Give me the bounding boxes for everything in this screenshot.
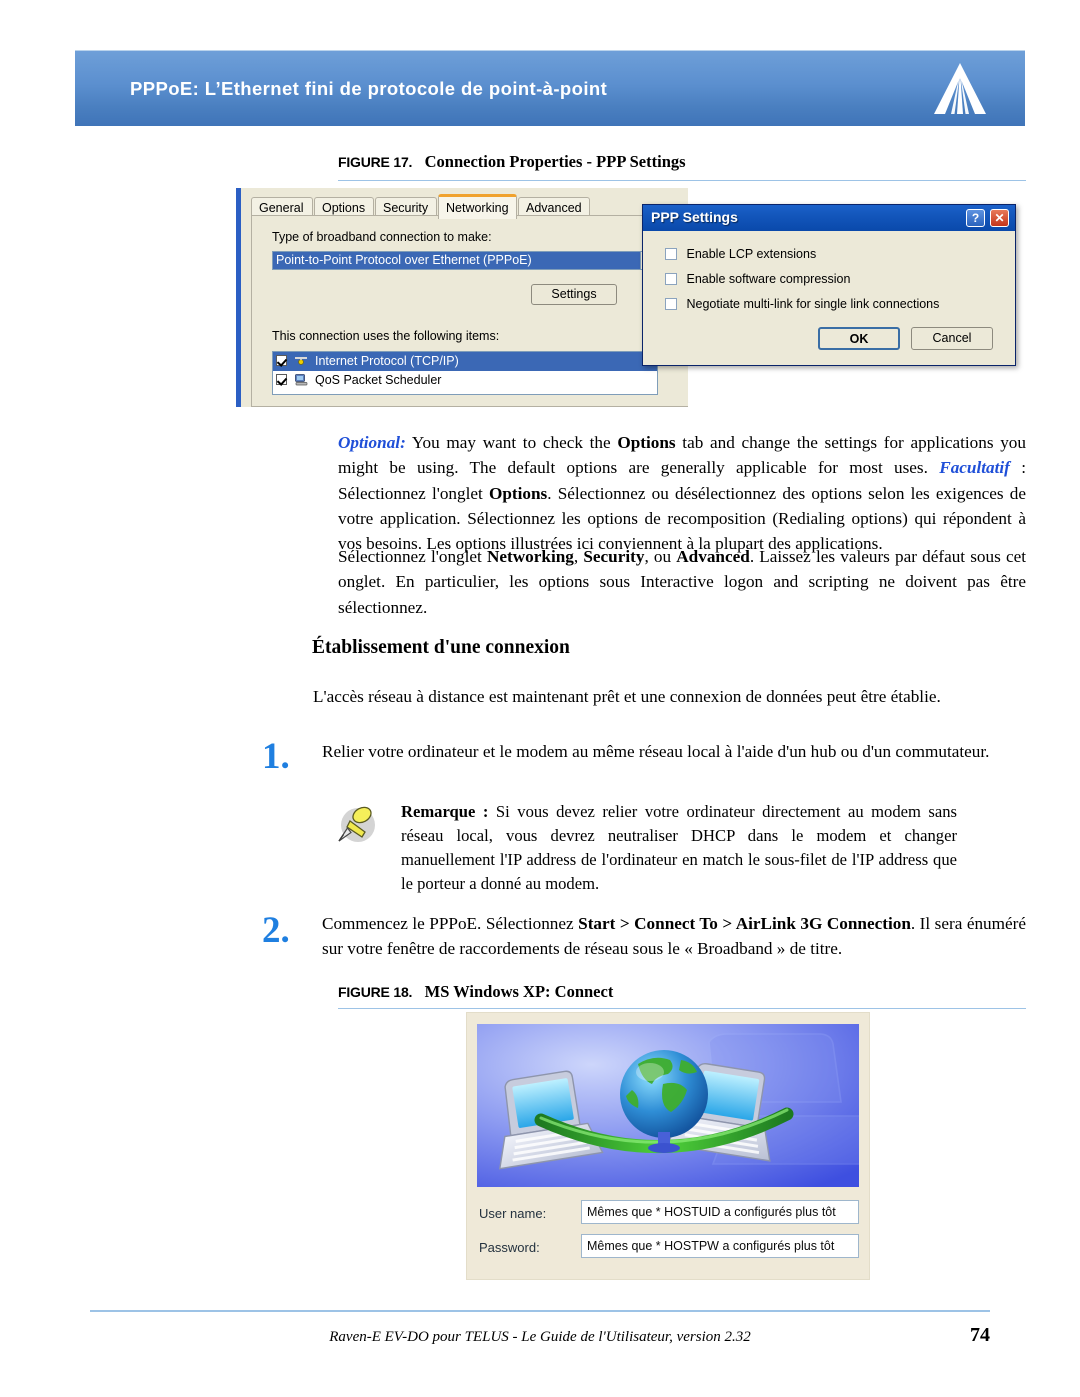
checkbox-icon[interactable] xyxy=(276,374,287,385)
figure-18-title: MS Windows XP: Connect xyxy=(424,982,614,1001)
airlink-bold: AirLink 3G Connection xyxy=(735,914,911,933)
advanced-bold: Advanced xyxy=(676,547,750,566)
ppp-settings-titlebar[interactable]: PPP Settings ? ✕ xyxy=(643,205,1015,232)
note-remarque: Remarque : Si vous devez relier votre or… xyxy=(401,800,957,896)
globe-with-laptops-illustration xyxy=(477,1024,859,1187)
user-name-label: User name: xyxy=(479,1206,547,1221)
list-item[interactable]: Internet Protocol (TCP/IP) xyxy=(273,352,657,371)
step-1-text: Relier votre ordinateur et le modem au m… xyxy=(322,742,990,761)
footer-rule xyxy=(90,1310,990,1312)
password-input[interactable]: Mêmes que * HOSTPW a configurés plus tôt xyxy=(581,1234,859,1258)
checkbox-icon[interactable] xyxy=(276,355,287,366)
paragraph-tabs: Sélectionnez l'onglet Networking, Securi… xyxy=(338,544,1026,620)
broadband-type-label: Type of broadband connection to make: xyxy=(272,230,492,244)
intro-line: L'accès réseau à distance est maintenant… xyxy=(313,687,941,706)
figure-17-title: Connection Properties - PPP Settings xyxy=(424,152,686,171)
page-title: PPPoE: L’Ethernet fini de protocole de p… xyxy=(130,77,608,99)
tab-options[interactable]: Options xyxy=(314,197,374,217)
step-2-text-1: Commencez le PPPoE. Sélectionnez xyxy=(322,914,579,933)
connection-properties-window: General Options Security Networking Adva… xyxy=(236,188,688,407)
settings-button[interactable]: Settings xyxy=(531,284,617,305)
computer-icon xyxy=(295,374,308,386)
pushpin-icon xyxy=(338,806,375,842)
options-bold-2: Options xyxy=(488,483,548,503)
tab-security[interactable]: Security xyxy=(375,197,437,217)
step-2-text: Commencez le PPPoE. Sélectionnez Start >… xyxy=(322,912,1026,962)
list-item[interactable]: QoS Packet Scheduler xyxy=(273,371,657,390)
step-2-number: 2. xyxy=(262,910,290,951)
checkbox-label: Enable LCP extensions xyxy=(686,247,817,261)
ppp-settings-dialog: PPP Settings ? ✕ Enable LCP extensions E… xyxy=(642,204,1016,366)
password-label: Password: xyxy=(479,1240,540,1255)
tabs-text-2: , xyxy=(573,547,584,566)
help-icon[interactable]: ? xyxy=(966,209,985,227)
connect-credentials-form: User name: Mêmes que * HOSTUID a configu… xyxy=(467,1198,869,1279)
figure-18-label: FIGURE 18. xyxy=(338,984,413,1000)
close-icon[interactable]: ✕ xyxy=(990,209,1009,227)
connection-items-listbox[interactable]: Internet Protocol (TCP/IP) QoS Packet Sc… xyxy=(272,351,658,395)
sierra-wireless-logo xyxy=(934,62,986,114)
connection-items-label: This connection uses the following items… xyxy=(272,329,500,343)
ppp-settings-title: PPP Settings xyxy=(651,209,738,225)
figure-18-screenshot: User name: Mêmes que * HOSTUID a configu… xyxy=(466,1012,870,1280)
user-name-input[interactable]: Mêmes que * HOSTUID a configurés plus tô… xyxy=(581,1200,859,1224)
figure-17-screenshot: General Options Security Networking Adva… xyxy=(236,188,1026,407)
footer-text: Raven-E EV-DO pour TELUS - Le Guide de l… xyxy=(329,1329,751,1345)
tab-general[interactable]: General xyxy=(251,197,313,217)
figure-17-rule xyxy=(338,180,1026,181)
checkbox-label: Negotiate multi-link for single link con… xyxy=(686,297,940,311)
cancel-button[interactable]: Cancel xyxy=(911,327,993,350)
enable-lcp-extensions-checkbox[interactable]: Enable LCP extensions xyxy=(665,247,816,261)
networking-bold: Networking xyxy=(486,547,574,566)
security-bold: Security xyxy=(583,547,645,566)
optional-text-1: You may want to check the xyxy=(405,433,618,452)
checkbox-icon[interactable] xyxy=(665,273,677,285)
section-heading-etablissement: Établissement d'une connexion xyxy=(312,637,570,658)
page-number: 74 xyxy=(970,1324,990,1346)
page-header-banner: PPPoE: L’Ethernet fini de protocole de p… xyxy=(75,50,1025,126)
tab-networking[interactable]: Networking xyxy=(438,194,517,219)
figure-18-caption: FIGURE 18. MS Windows XP: Connect xyxy=(338,982,613,1002)
list-item-label: QoS Packet Scheduler xyxy=(314,373,442,387)
ppp-settings-body: Enable LCP extensions Enable software co… xyxy=(643,231,1015,365)
tabs-text-3: , ou xyxy=(644,547,677,566)
checkbox-icon[interactable] xyxy=(665,298,677,310)
network-protocol-icon xyxy=(295,357,308,365)
networking-tab-panel: Type of broadband connection to make: Po… xyxy=(251,215,688,407)
figure-17-label: FIGURE 17. xyxy=(338,154,413,170)
paragraph-optional: Optional: You may want to check the Opti… xyxy=(338,430,1026,556)
figure-17-caption: FIGURE 17. Connection Properties - PPP S… xyxy=(338,152,686,172)
note-label: Remarque : xyxy=(401,802,489,821)
tabs-text-1: Sélectionnez l'onglet xyxy=(338,547,487,566)
step-1-number: 1. xyxy=(262,736,290,777)
list-item-label: Internet Protocol (TCP/IP) xyxy=(314,354,459,368)
connect-to-bold: Connect To > xyxy=(634,914,736,933)
broadband-type-combobox[interactable]: Point-to-Point Protocol over Ethernet (P… xyxy=(272,251,658,270)
start-bold: Start > xyxy=(578,914,635,933)
facultatif-emphasis: Facultatif xyxy=(939,458,1010,478)
enable-software-compression-checkbox[interactable]: Enable software compression xyxy=(665,272,850,286)
optional-emphasis: Optional: xyxy=(338,433,406,452)
tab-advanced[interactable]: Advanced xyxy=(518,197,590,217)
checkbox-label: Enable software compression xyxy=(686,272,851,286)
options-bold-1: Options xyxy=(617,433,676,452)
broadband-type-value: Point-to-Point Protocol over Ethernet (P… xyxy=(276,253,532,267)
checkbox-icon[interactable] xyxy=(665,248,677,260)
ok-button[interactable]: OK xyxy=(818,327,900,350)
figure-18-rule xyxy=(338,1008,1026,1009)
negotiate-multilink-checkbox[interactable]: Negotiate multi-link for single link con… xyxy=(665,297,939,311)
